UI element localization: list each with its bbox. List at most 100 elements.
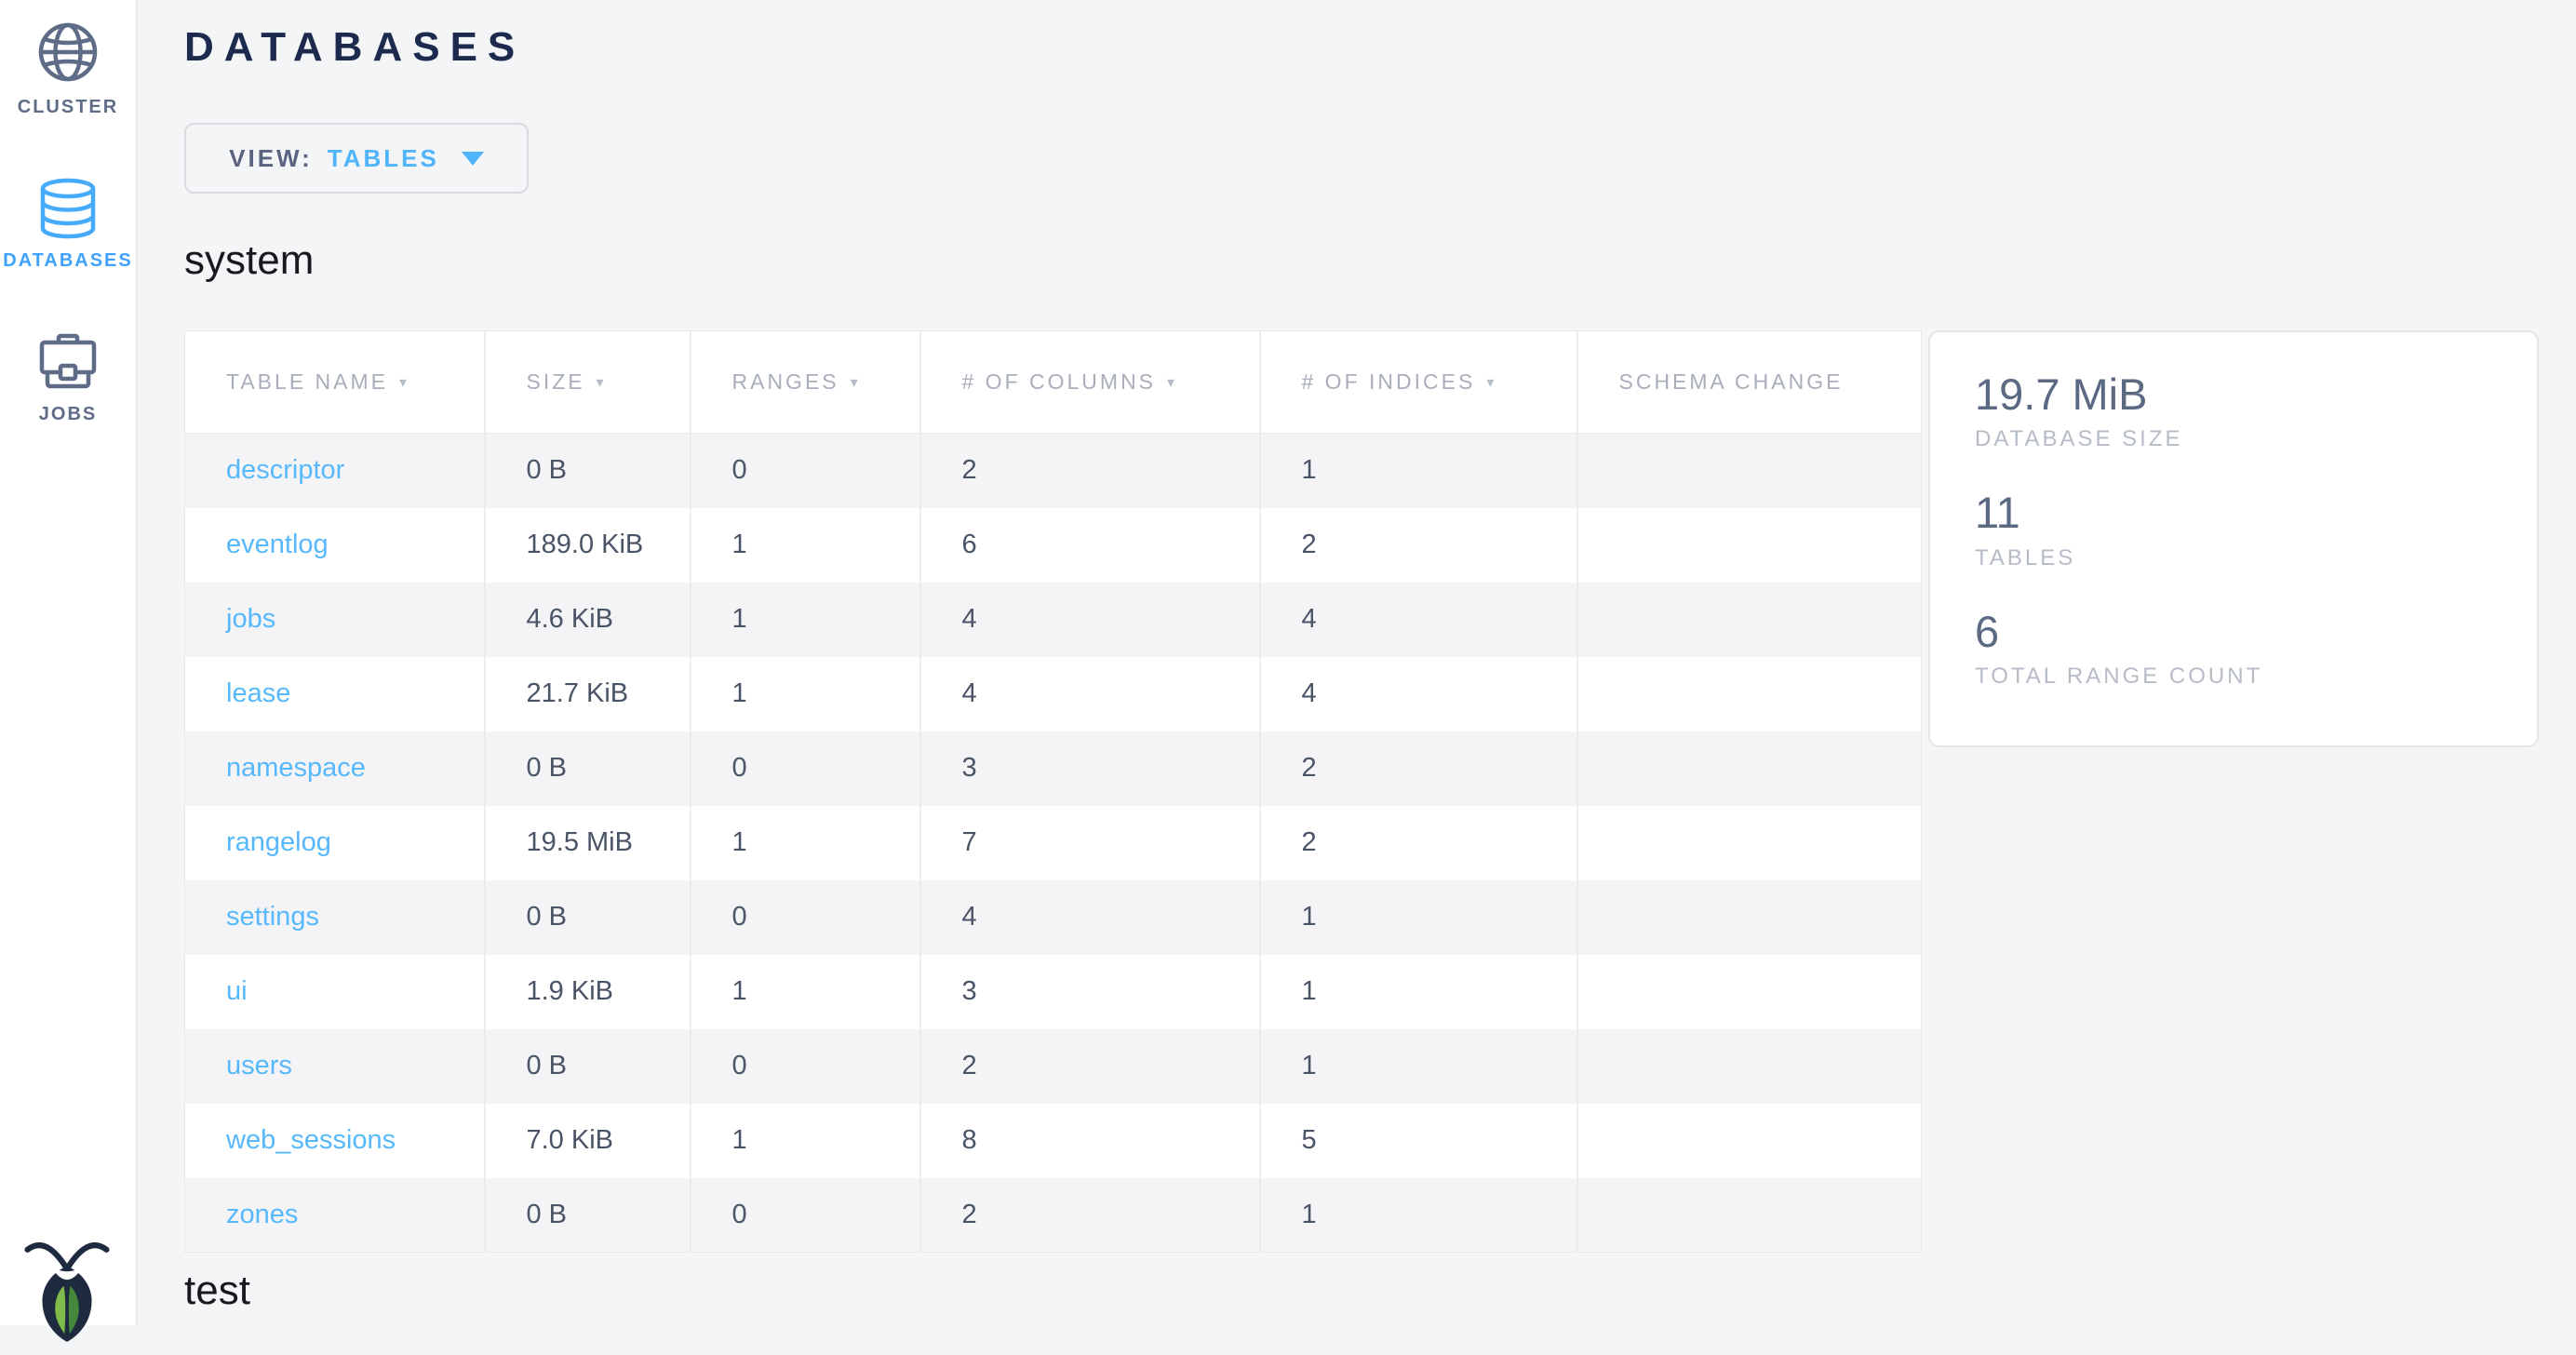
table-row: lease21.7 KiB144 xyxy=(185,657,1922,731)
cell-indices: 5 xyxy=(1260,1104,1577,1178)
table-header-row: TABLE NAME▾SIZE▾RANGES▾# OF COLUMNS▾# OF… xyxy=(185,331,1922,434)
stat-tables: 11 TABLES xyxy=(1975,490,2492,570)
cell-columns: 8 xyxy=(920,1104,1260,1178)
table-name-link[interactable]: eventlog xyxy=(226,530,329,559)
view-selector-value: TABLES xyxy=(328,144,439,173)
table-row: rangelog19.5 MiB172 xyxy=(185,806,1922,880)
chevron-down-icon xyxy=(462,152,484,166)
table-row: eventlog189.0 KiB162 xyxy=(185,508,1922,583)
stat-value: 11 xyxy=(1975,490,2492,535)
cell-schema-change xyxy=(1577,806,1922,880)
cell-schema-change xyxy=(1577,955,1922,1029)
stat-value: 6 xyxy=(1975,609,2492,654)
sidebar: CLUSTER DATABASES JOBS xyxy=(0,0,138,1325)
table-row: jobs4.6 KiB144 xyxy=(185,583,1922,657)
table-row: namespace0 B032 xyxy=(185,731,1922,806)
cell-columns: 4 xyxy=(920,583,1260,657)
cell-name: eventlog xyxy=(185,508,485,583)
cell-columns: 2 xyxy=(920,434,1260,508)
cockroach-logo-icon[interactable] xyxy=(24,1240,110,1351)
sort-arrow-icon: ▾ xyxy=(1486,375,1496,391)
cell-indices: 2 xyxy=(1260,508,1577,583)
cell-columns: 4 xyxy=(920,880,1260,955)
table-row: ui1.9 KiB131 xyxy=(185,955,1922,1029)
cell-columns: 3 xyxy=(920,955,1260,1029)
cell-columns: 7 xyxy=(920,806,1260,880)
cell-ranges: 0 xyxy=(691,1178,920,1253)
cell-name: descriptor xyxy=(185,434,485,508)
sidebar-item-label: DATABASES xyxy=(3,250,132,272)
table-name-link[interactable]: settings xyxy=(226,902,319,932)
cell-schema-change xyxy=(1577,1178,1922,1253)
cell-size: 4.6 KiB xyxy=(485,583,691,657)
cell-columns: 6 xyxy=(920,508,1260,583)
column-header-of-indices[interactable]: # OF INDICES▾ xyxy=(1260,331,1577,434)
cell-ranges: 1 xyxy=(691,657,920,731)
sidebar-item-label: CLUSTER xyxy=(18,97,118,118)
column-header-of-columns[interactable]: # OF COLUMNS ▾ xyxy=(920,331,1260,434)
cell-columns: 2 xyxy=(920,1029,1260,1104)
sidebar-item-jobs[interactable]: JOBS xyxy=(0,329,136,425)
cell-indices: 1 xyxy=(1260,434,1577,508)
cell-name: ui xyxy=(185,955,485,1029)
cell-size: 1.9 KiB xyxy=(485,955,691,1029)
cell-size: 0 B xyxy=(485,880,691,955)
cell-name: rangelog xyxy=(185,806,485,880)
cell-ranges: 1 xyxy=(691,1104,920,1178)
cell-schema-change xyxy=(1577,1104,1922,1178)
column-header-label: SCHEMA CHANGE xyxy=(1619,369,1844,394)
table-name-link[interactable]: lease xyxy=(226,678,290,708)
section-heading-test: test xyxy=(184,1268,250,1314)
cell-size: 0 B xyxy=(485,434,691,508)
view-selector-dropdown[interactable]: VIEW: TABLES xyxy=(184,123,529,194)
cell-ranges: 0 xyxy=(691,731,920,806)
table-name-link[interactable]: ui xyxy=(226,976,248,1006)
sort-arrow-icon: ▾ xyxy=(1167,375,1177,391)
cell-schema-change xyxy=(1577,731,1922,806)
sidebar-item-databases[interactable]: DATABASES xyxy=(0,178,136,272)
table-body: descriptor0 B021eventlog189.0 KiB162jobs… xyxy=(185,434,1922,1253)
column-header-schema-change: SCHEMA CHANGE xyxy=(1577,331,1922,434)
table-name-link[interactable]: zones xyxy=(226,1200,298,1229)
cell-schema-change xyxy=(1577,508,1922,583)
database-summary-card: 19.7 MiB DATABASE SIZE 11 TABLES 6 TOTAL… xyxy=(1928,330,2539,747)
cell-name: lease xyxy=(185,657,485,731)
table-name-link[interactable]: rangelog xyxy=(226,827,331,857)
table-row: users0 B021 xyxy=(185,1029,1922,1104)
cell-columns: 4 xyxy=(920,657,1260,731)
system-tables-table: TABLE NAME▾SIZE▾RANGES▾# OF COLUMNS▾# OF… xyxy=(184,330,1922,1253)
cell-ranges: 0 xyxy=(691,1029,920,1104)
table-row: descriptor0 B021 xyxy=(185,434,1922,508)
column-header-label: RANGES xyxy=(732,369,839,394)
view-selector-label: VIEW: xyxy=(229,144,313,173)
column-header-table-name[interactable]: TABLE NAME▾ xyxy=(185,331,485,434)
table-row: web_sessions 7.0 KiB185 xyxy=(185,1104,1922,1178)
cell-ranges: 1 xyxy=(691,955,920,1029)
table-name-link[interactable]: web_sessions xyxy=(226,1125,396,1155)
cell-size: 0 B xyxy=(485,1029,691,1104)
column-header-size[interactable]: SIZE▾ xyxy=(485,331,691,434)
section-heading-system: system xyxy=(184,237,314,284)
stat-database-size: 19.7 MiB DATABASE SIZE xyxy=(1975,371,2492,452)
sidebar-item-label: JOBS xyxy=(39,404,97,425)
cell-name: zones xyxy=(185,1178,485,1253)
table-row: settings0 B041 xyxy=(185,880,1922,955)
table-name-link[interactable]: users xyxy=(226,1051,292,1080)
table-name-link[interactable]: descriptor xyxy=(226,455,344,485)
cell-size: 7.0 KiB xyxy=(485,1104,691,1178)
stat-total-range-count: 6 TOTAL RANGE COUNT xyxy=(1975,609,2492,690)
column-header-label: # OF COLUMNS xyxy=(962,369,1157,394)
table-name-link[interactable]: jobs xyxy=(226,604,275,634)
sort-arrow-icon: ▾ xyxy=(399,375,409,391)
cell-indices: 1 xyxy=(1260,955,1577,1029)
stat-label: TABLES xyxy=(1975,545,2492,571)
sidebar-item-cluster[interactable]: CLUSTER xyxy=(0,19,136,118)
table-row: zones0 B021 xyxy=(185,1178,1922,1253)
cell-ranges: 1 xyxy=(691,806,920,880)
sort-arrow-icon: ▾ xyxy=(597,375,607,391)
cell-ranges: 1 xyxy=(691,583,920,657)
table-name-link[interactable]: namespace xyxy=(226,753,366,783)
sort-arrow-icon: ▾ xyxy=(851,375,861,391)
column-header-ranges[interactable]: RANGES ▾ xyxy=(691,331,920,434)
globe-icon xyxy=(34,19,101,86)
